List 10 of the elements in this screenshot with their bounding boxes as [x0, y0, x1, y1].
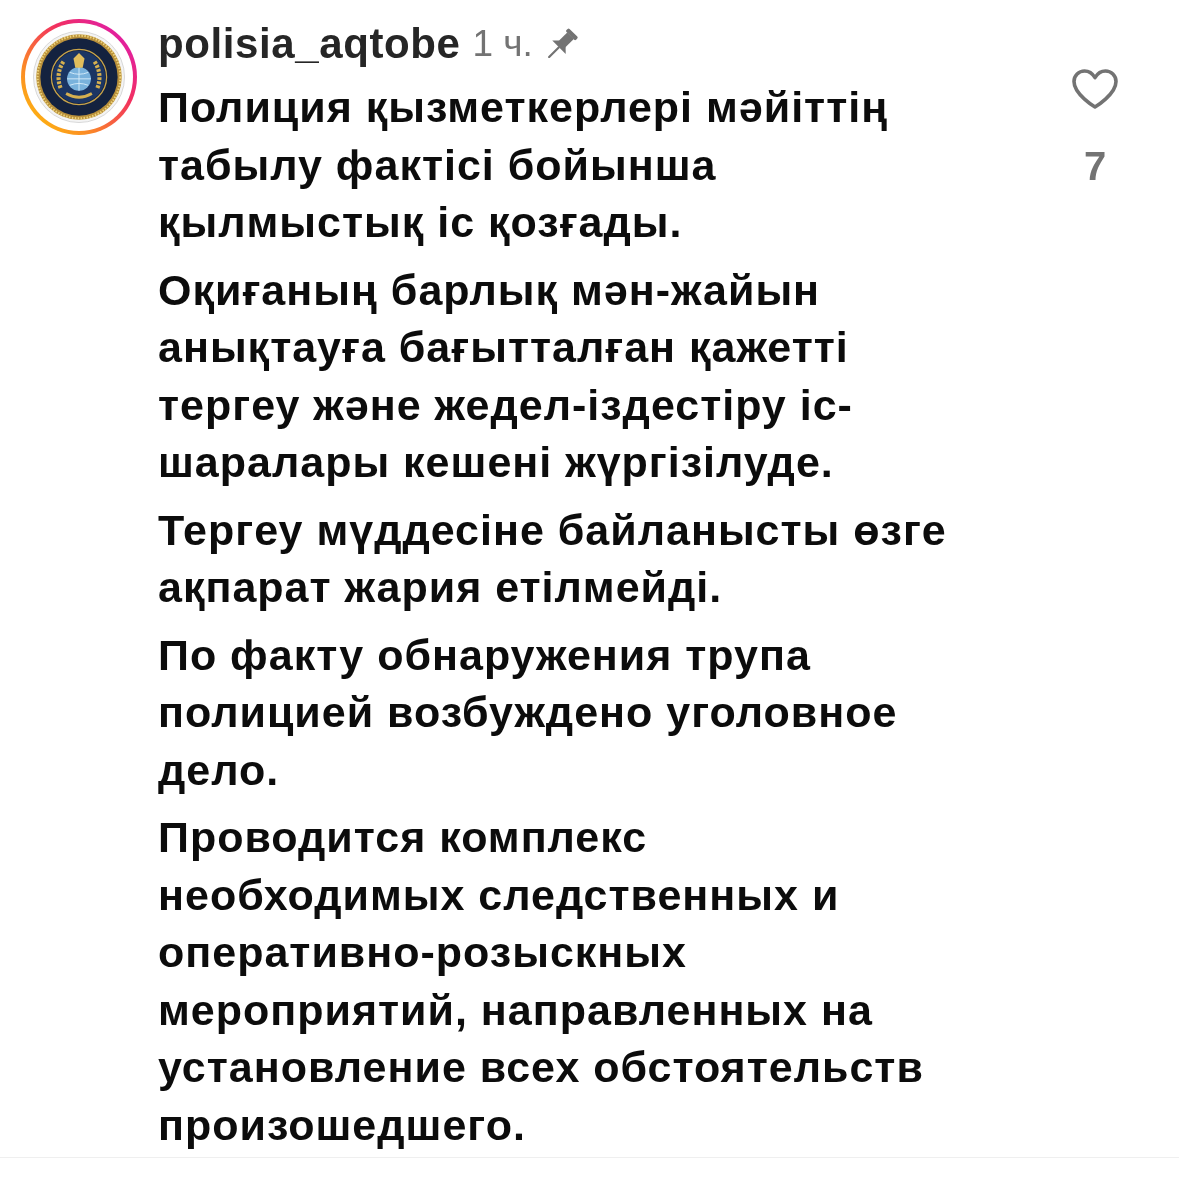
- heart-icon[interactable]: [1071, 68, 1119, 110]
- emblem-icon: [33, 31, 125, 123]
- comment-paragraph: Проводится комплекс необходимых следственных и оперативно-розыскных мероприятий, направленных на установление всех обстоятельств произошедшего.: [158, 812, 925, 1151]
- username[interactable]: polisia_aqtobe: [158, 19, 461, 69]
- comment-paragraph: По факту обнаружения трупа полицией возбуждено уголовное дело.: [158, 629, 899, 796]
- like-count[interactable]: 7: [1083, 144, 1107, 188]
- comment-paragraph: Полиция қызметкерлері мәйіттің табылу фактісі бойынша қылмыстық іс қозғады.: [158, 82, 890, 248]
- comment-paragraph: Оқиғаның барлық мән-жайын анықтауға бағытталған қажетті тергеу және жедел-іздестіру іс- шаралары кешені жүргізілуде.: [158, 264, 854, 488]
- comment-paragraph: Тергеу мүддесіне байланысты өзге ақпарат жария етілмейді.: [158, 504, 948, 613]
- timestamp: 1 ч.: [472, 22, 533, 66]
